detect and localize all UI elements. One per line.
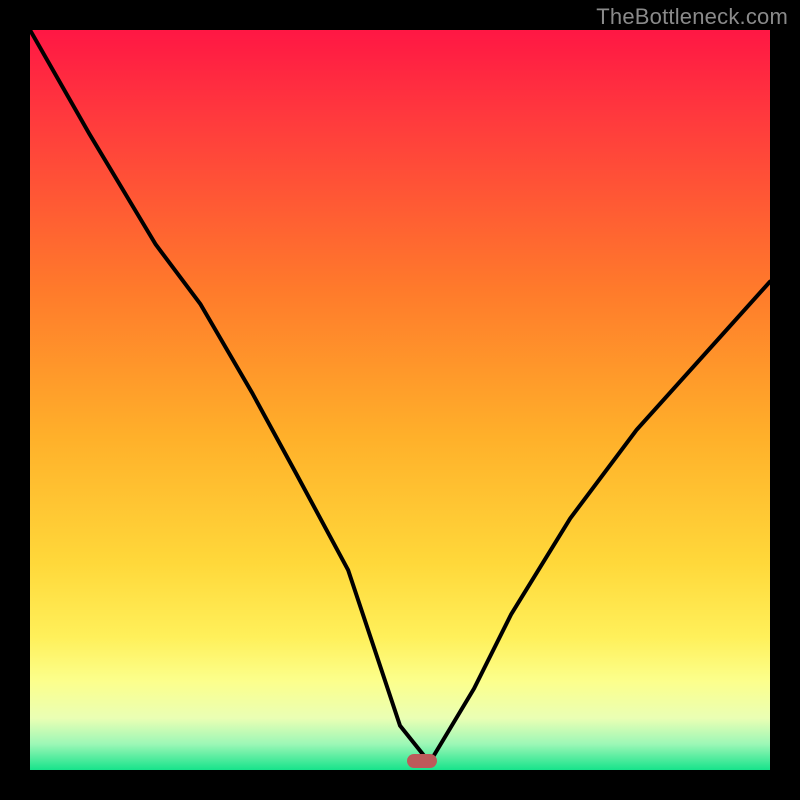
optimum-marker xyxy=(407,754,437,768)
attribution-label: TheBottleneck.com xyxy=(596,4,788,30)
plot-area xyxy=(30,30,770,770)
bottleneck-curve xyxy=(30,30,770,770)
chart-canvas: TheBottleneck.com xyxy=(0,0,800,800)
